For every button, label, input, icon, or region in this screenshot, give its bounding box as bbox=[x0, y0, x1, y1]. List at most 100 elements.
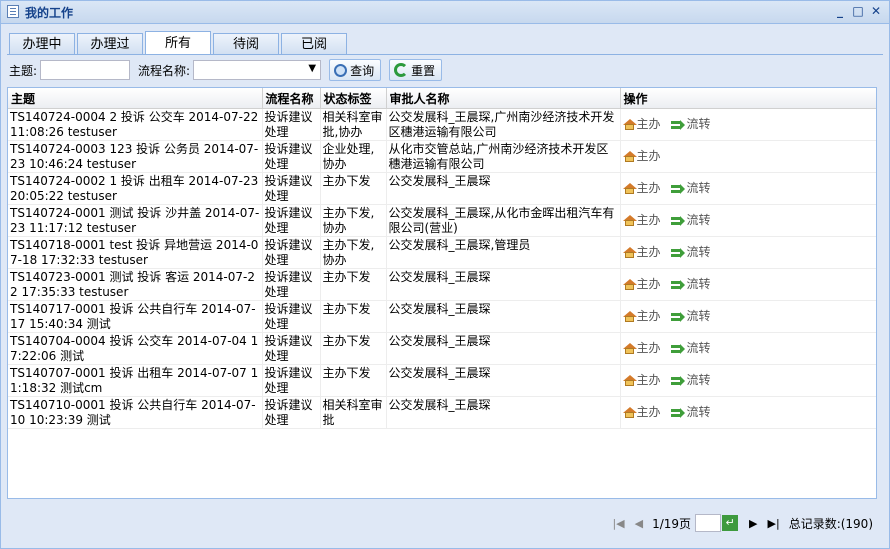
action-label: 流转 bbox=[686, 117, 711, 131]
transfer-icon bbox=[670, 247, 685, 258]
host-action-button[interactable]: 主办 bbox=[622, 404, 661, 420]
cell-status: 相关科室审批,协办 bbox=[320, 108, 387, 141]
host-action-button[interactable]: 主办 bbox=[622, 341, 661, 356]
reset-button[interactable]: 重置 bbox=[389, 59, 443, 81]
cell-approver: 公交发展科_王晨琛,管理员 bbox=[386, 236, 621, 269]
table-row[interactable]: TS140723-0001 测试 投诉 客运 2014-07-22 17:35:… bbox=[8, 268, 876, 301]
action-label: 流转 bbox=[686, 245, 711, 259]
transfer-icon bbox=[670, 215, 685, 226]
cell-status: 主办下发 bbox=[320, 300, 387, 333]
column-header-subject[interactable]: 主题 bbox=[8, 88, 263, 109]
host-action-button[interactable]: 主办 bbox=[622, 244, 661, 260]
window-title: 我的工作 bbox=[25, 6, 74, 20]
action-label: 流转 bbox=[686, 405, 711, 419]
transfer-action-button[interactable]: 流转 bbox=[670, 277, 711, 292]
cell-process: 投诉建议处理 bbox=[262, 236, 321, 269]
column-header-actions[interactable]: 操作 bbox=[620, 88, 876, 109]
host-action-button[interactable]: 主办 bbox=[622, 181, 661, 196]
action-label: 流转 bbox=[686, 341, 711, 355]
tab-handled[interactable]: 办理过 bbox=[77, 33, 143, 54]
transfer-action-button[interactable]: 流转 bbox=[670, 213, 711, 228]
table-row[interactable]: TS140717-0001 投诉 公共自行车 2014-07-17 15:40:… bbox=[8, 300, 876, 333]
cell-subject: TS140724-0001 测试 投诉 沙井盖 2014-07-23 11:17… bbox=[8, 204, 263, 237]
chevron-down-icon: ▼ bbox=[308, 63, 317, 74]
cell-process: 投诉建议处理 bbox=[262, 396, 321, 429]
table-row[interactable]: TS140718-0001 test 投诉 异地营运 2014-07-18 17… bbox=[8, 236, 876, 269]
cell-actions: 主办 流转 bbox=[620, 396, 876, 429]
maximize-icon[interactable]: □ bbox=[851, 4, 865, 18]
cell-subject: TS140718-0001 test 投诉 异地营运 2014-07-18 17… bbox=[8, 236, 263, 269]
cell-actions: 主办 流转 bbox=[620, 172, 876, 205]
transfer-action-button[interactable]: 流转 bbox=[670, 341, 711, 356]
total-records: 总记录数:(190) bbox=[788, 516, 873, 531]
transfer-action-button[interactable]: 流转 bbox=[670, 373, 711, 388]
cell-actions: 主办 流转 bbox=[620, 236, 876, 269]
host-action-button[interactable]: 主办 bbox=[622, 149, 661, 164]
tab-to-read[interactable]: 待阅 bbox=[213, 33, 279, 54]
action-label: 流转 bbox=[686, 277, 711, 291]
cell-status: 主办下发 bbox=[320, 364, 387, 397]
action-label: 流转 bbox=[686, 373, 711, 387]
cell-subject: TS140704-0004 投诉 公交车 2014-07-04 17:22:06… bbox=[8, 332, 263, 365]
window-controls: _ □ ✕ bbox=[833, 4, 883, 18]
table-row[interactable]: TS140710-0001 投诉 公共自行车 2014-07-10 10:23:… bbox=[8, 396, 876, 429]
close-icon[interactable]: ✕ bbox=[869, 4, 883, 18]
table-row[interactable]: TS140704-0004 投诉 公交车 2014-07-04 17:22:06… bbox=[8, 332, 876, 365]
go-page-icon[interactable]: ↵ bbox=[722, 515, 739, 531]
minimize-icon[interactable]: _ bbox=[833, 4, 847, 18]
house-icon bbox=[622, 214, 637, 226]
table-row[interactable]: TS140724-0002 1 投诉 出租车 2014-07-23 20:05:… bbox=[8, 172, 876, 205]
table-row[interactable]: TS140724-0001 测试 投诉 沙井盖 2014-07-23 11:17… bbox=[8, 204, 876, 237]
action-label: 主办 bbox=[636, 244, 661, 259]
transfer-icon bbox=[670, 119, 685, 130]
action-label: 主办 bbox=[636, 116, 661, 131]
host-action-button[interactable]: 主办 bbox=[622, 373, 661, 388]
refresh-icon bbox=[394, 63, 409, 77]
filter-bar: 主题: 流程名称: ▼ 查询 重置 bbox=[9, 59, 443, 81]
subject-input[interactable] bbox=[40, 60, 131, 80]
table-row[interactable]: TS140724-0004 2 投诉 公交车 2014-07-22 11:08:… bbox=[8, 108, 876, 141]
transfer-action-button[interactable]: 流转 bbox=[670, 405, 711, 420]
cell-process: 投诉建议处理 bbox=[262, 204, 321, 237]
cell-approver: 公交发展科_王晨琛 bbox=[386, 268, 621, 301]
page-indicator: 1/19页 bbox=[652, 516, 692, 531]
cell-approver: 公交发展科_王晨琛 bbox=[386, 332, 621, 365]
tab-read[interactable]: 已阅 bbox=[281, 33, 347, 54]
cell-actions: 主办 流转 bbox=[620, 108, 876, 141]
tab-in-progress[interactable]: 办理中 bbox=[9, 33, 75, 54]
host-action-button[interactable]: 主办 bbox=[622, 277, 661, 292]
column-header-status[interactable]: 状态标签 bbox=[320, 88, 387, 109]
next-page-icon[interactable]: ▶ bbox=[749, 517, 757, 530]
cell-actions: 主办 流转 bbox=[620, 300, 876, 333]
cell-process: 投诉建议处理 bbox=[262, 364, 321, 397]
tab-all[interactable]: 所有 bbox=[145, 31, 211, 54]
cell-process: 投诉建议处理 bbox=[262, 172, 321, 205]
transfer-action-button[interactable]: 流转 bbox=[670, 245, 711, 260]
pager-bar: |◀ ◀ 1/19页 ↵ ▶ ▶| 总记录数:(190) bbox=[7, 509, 875, 537]
page-jump-input[interactable] bbox=[695, 514, 722, 532]
transfer-action-button[interactable]: 流转 bbox=[670, 117, 711, 132]
action-label: 流转 bbox=[686, 181, 711, 195]
transfer-action-button[interactable]: 流转 bbox=[670, 181, 711, 196]
query-button[interactable]: 查询 bbox=[329, 59, 382, 81]
action-label: 主办 bbox=[636, 404, 661, 419]
last-page-icon[interactable]: ▶| bbox=[768, 517, 780, 530]
my-work-window: 我的工作 _ □ ✕ 办理中 办理过 所有 待阅 已阅 主题: 流程名称: ▼ … bbox=[0, 0, 890, 549]
host-action-button[interactable]: 主办 bbox=[622, 309, 661, 324]
table-row[interactable]: TS140724-0003 123 投诉 公务员 2014-07-23 10:4… bbox=[8, 140, 876, 173]
cell-subject: TS140710-0001 投诉 公共自行车 2014-07-10 10:23:… bbox=[8, 396, 263, 429]
host-action-button[interactable]: 主办 bbox=[622, 213, 661, 228]
process-select[interactable]: ▼ bbox=[193, 60, 322, 80]
host-action-button[interactable]: 主办 bbox=[622, 116, 661, 132]
cell-approver: 公交发展科_王晨琛 bbox=[386, 300, 621, 333]
table-row[interactable]: TS140707-0001 投诉 出租车 2014-07-07 11:18:32… bbox=[8, 364, 876, 397]
prev-page-icon[interactable]: ◀ bbox=[635, 517, 643, 530]
column-header-process[interactable]: 流程名称 bbox=[262, 88, 321, 109]
cell-process: 投诉建议处理 bbox=[262, 108, 321, 141]
transfer-action-button[interactable]: 流转 bbox=[670, 309, 711, 324]
first-page-icon[interactable]: |◀ bbox=[612, 517, 624, 530]
cell-actions: 主办 流转 bbox=[620, 364, 876, 397]
column-header-approver[interactable]: 审批人名称 bbox=[386, 88, 621, 109]
cell-status: 主办下发 bbox=[320, 172, 387, 205]
transfer-icon bbox=[670, 183, 685, 194]
